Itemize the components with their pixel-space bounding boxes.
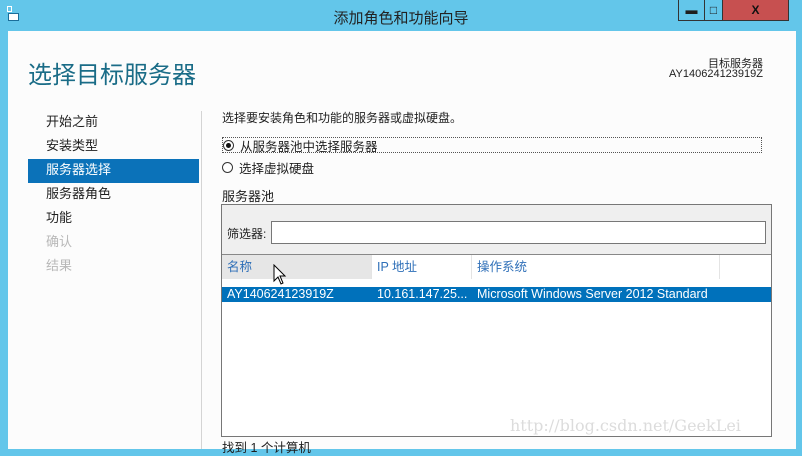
- destination-server-value: AY140624123919Z: [669, 68, 763, 80]
- title-bar: 添加角色和功能向导 ▬ □ X: [0, 0, 802, 31]
- nav-before-you-begin[interactable]: 开始之前: [28, 111, 199, 135]
- table-header: 名称 IP 地址 操作系统: [222, 255, 771, 279]
- cell-ip: 10.161.147.25...: [377, 287, 468, 301]
- nav-confirmation: 确认: [46, 234, 73, 249]
- wizard-body: 选择目标服务器 目标服务器 AY140624123919Z 开始之前 安装类型 …: [8, 31, 796, 455]
- radio-unchecked-icon: [222, 162, 233, 173]
- nav-server-selection[interactable]: 服务器选择: [28, 159, 199, 183]
- maximize-button[interactable]: □: [705, 0, 723, 21]
- radio-virtual-disk[interactable]: 选择虚拟硬盘: [222, 158, 314, 177]
- nav-features[interactable]: 功能: [28, 207, 199, 231]
- radio-label: 从服务器池中选择服务器: [240, 139, 378, 154]
- filter-label: 筛选器:: [227, 227, 267, 241]
- cell-name: AY140624123919Z: [227, 287, 334, 301]
- filter-bar: 筛选器:: [222, 205, 771, 255]
- column-os[interactable]: 操作系统: [472, 255, 720, 279]
- filter-input[interactable]: [271, 221, 766, 244]
- page-title: 选择目标服务器: [28, 62, 196, 89]
- radio-server-pool[interactable]: 从服务器池中选择服务器: [222, 137, 762, 154]
- close-button[interactable]: X: [723, 0, 789, 21]
- server-pool: 筛选器: 名称 IP 地址 操作系统 AY140624123919Z 10.16…: [221, 204, 772, 437]
- nav-results: 结果: [46, 258, 73, 273]
- radio-checked-icon: [223, 139, 234, 151]
- divider: [201, 111, 202, 449]
- nav-server-roles[interactable]: 服务器角色: [28, 183, 199, 207]
- mouse-cursor-icon: [273, 264, 287, 285]
- nav-installation-type[interactable]: 安装类型: [28, 135, 199, 159]
- cell-os: Microsoft Windows Server 2012 Standard: [477, 287, 708, 301]
- server-pool-label: 服务器池: [222, 189, 275, 204]
- watermark: http://blog.csdn.net/GeekLei: [510, 416, 741, 435]
- wizard-nav: 开始之前 安装类型 服务器选择 服务器角色 功能 确认 结果: [28, 111, 199, 279]
- column-ip[interactable]: IP 地址: [372, 255, 472, 279]
- table-row[interactable]: AY140624123919Z 10.161.147.25... Microso…: [222, 287, 771, 302]
- minimize-button[interactable]: ▬: [678, 0, 705, 21]
- intro-text: 选择要安装角色和功能的服务器或虚拟硬盘。: [222, 111, 463, 125]
- column-name[interactable]: 名称: [222, 255, 372, 279]
- found-count: 找到 1 个计算机: [222, 441, 311, 455]
- radio-label: 选择虚拟硬盘: [239, 162, 315, 176]
